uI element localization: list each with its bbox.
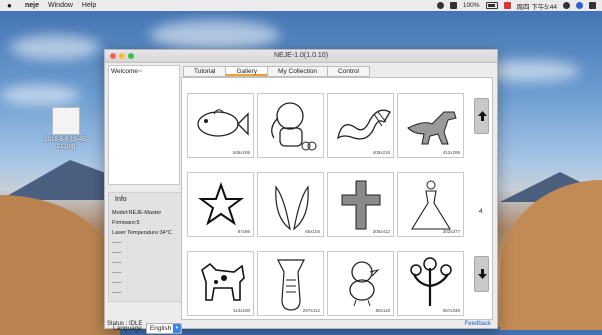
image-dimensions: 367x348 — [442, 308, 460, 313]
elephant-icon — [271, 102, 317, 151]
menu-app-name[interactable]: neje — [25, 2, 39, 9]
image-dimensions: 405x218 — [372, 150, 390, 155]
desert-dune — [500, 180, 602, 330]
gallery-item[interactable]: 405x218 — [327, 93, 394, 158]
user-icon[interactable] — [576, 2, 583, 9]
battery-percent: 100% — [462, 2, 480, 9]
dress-icon — [411, 180, 451, 230]
title-bar[interactable]: NEJE-1.0(1.0.10) — [105, 50, 497, 63]
dog-icon — [201, 262, 245, 301]
menu-list-icon[interactable] — [589, 2, 596, 9]
wings-icon — [275, 185, 309, 231]
gallery-item[interactable]: 88x118 — [327, 251, 394, 316]
arrow-up-icon — [478, 111, 487, 121]
image-dimensions: 302x377 — [442, 229, 460, 234]
apple-menu-icon[interactable]: ● — [7, 0, 15, 11]
image-dimensions: 297x412 — [302, 308, 320, 313]
cloud — [10, 35, 100, 60]
menu-window[interactable]: Window — [48, 2, 73, 9]
tab-control[interactable]: Control — [327, 66, 371, 77]
image-dimensions: 88x118 — [375, 308, 390, 313]
desktop-file[interactable]: 2018-6-6 18-45-21.png — [42, 107, 90, 151]
page-number: 4 — [479, 208, 483, 215]
info-placeholder: ----- — [112, 250, 122, 256]
cloud — [150, 20, 280, 50]
window-title: NEJE-1.0(1.0.10) — [273, 52, 329, 59]
gallery-content: 548x195 405x218 412x269 87x86 60x104 305… — [181, 77, 493, 320]
search-icon[interactable] — [563, 2, 570, 9]
info-panel: Info Model:NEJE-Master Firmware:5 Laser … — [108, 192, 182, 302]
status-icon[interactable] — [436, 2, 444, 9]
info-placeholder: ----- — [112, 240, 122, 246]
info-placeholder: ----- — [112, 290, 122, 296]
star-icon — [198, 182, 244, 226]
info-laser-temperature: Laser Temperature:34°C — [112, 230, 172, 236]
page-up-button[interactable] — [474, 98, 489, 134]
menu-status-area: 100% 周四 下午5:44 — [436, 0, 596, 11]
gallery-item[interactable]: 305x412 — [327, 172, 394, 237]
gallery-item[interactable]: 297x412 — [257, 251, 324, 316]
image-dimensions: 412x269 — [442, 150, 460, 155]
cross-icon — [341, 180, 381, 230]
gallery-item[interactable]: 302x377 — [397, 172, 464, 237]
dinosaur-icon — [407, 111, 457, 145]
image-dimensions: 87x86 — [237, 229, 250, 234]
page-down-button[interactable] — [474, 256, 489, 292]
chick-icon — [349, 261, 380, 307]
tab-bar: Tutorial Gallery My Collection Control — [183, 66, 371, 77]
clock[interactable]: 周四 下午5:44 — [517, 1, 557, 11]
info-firmware: Firmware:5 — [112, 220, 140, 226]
info-placeholder: ----- — [112, 270, 122, 276]
image-dimensions: 60x104 — [305, 229, 320, 234]
info-placeholder: ----- — [112, 260, 122, 266]
desert-dune — [0, 195, 120, 335]
left-panel: Welcome~ Info Model:NEJE-Master Firmware… — [108, 65, 182, 334]
input-source-icon[interactable] — [503, 2, 511, 9]
app-window: NEJE-1.0(1.0.10) Welcome~ Info Model:NEJ… — [104, 49, 498, 334]
info-placeholder: ----- — [112, 280, 122, 286]
feedback-link[interactable]: Feedback — [465, 320, 491, 329]
gallery-item[interactable]: 412x269 — [397, 93, 464, 158]
arrow-down-icon — [478, 269, 487, 279]
tab-my-collection[interactable]: My Collection — [267, 66, 328, 77]
tab-tutorial[interactable]: Tutorial — [183, 66, 226, 77]
cloud — [0, 85, 80, 105]
image-dimensions: 114x100 — [233, 308, 250, 313]
gallery-item[interactable]: 60x104 — [257, 172, 324, 237]
image-dimensions: 305x412 — [372, 229, 390, 234]
menu-bar: ● neje Window Help 100% 周四 下午5:44 — [0, 0, 602, 11]
fish-icon — [197, 109, 249, 137]
battery-icon[interactable] — [485, 2, 498, 9]
welcome-text: Welcome~ — [111, 68, 142, 75]
gallery-item[interactable]: 548x195 — [187, 93, 254, 158]
menu-help[interactable]: Help — [82, 2, 96, 9]
wifi-icon[interactable] — [449, 2, 457, 9]
gallery-item[interactable]: 87x86 — [187, 172, 254, 237]
gallery-item[interactable]: 367x348 — [397, 251, 464, 316]
tuba-icon — [277, 259, 305, 311]
image-dimensions: 548x195 — [232, 150, 250, 155]
swirl-icon — [337, 109, 391, 140]
info-title: Info — [115, 196, 127, 203]
tab-gallery[interactable]: Gallery — [225, 66, 268, 77]
gallery-item[interactable] — [257, 93, 324, 158]
status-text: Status : IDLE — [107, 321, 143, 327]
file-thumbnail-icon — [52, 107, 80, 135]
welcome-panel: Welcome~ — [108, 65, 180, 185]
desktop-file-name: 2018-6-6 18-45-21.png — [44, 137, 88, 150]
info-model: Model:NEJE-Master — [112, 210, 162, 216]
status-bar: Status : IDLE Feedback — [105, 320, 495, 329]
gallery-item[interactable]: 114x100 — [187, 251, 254, 316]
tree-icon — [410, 257, 452, 306]
